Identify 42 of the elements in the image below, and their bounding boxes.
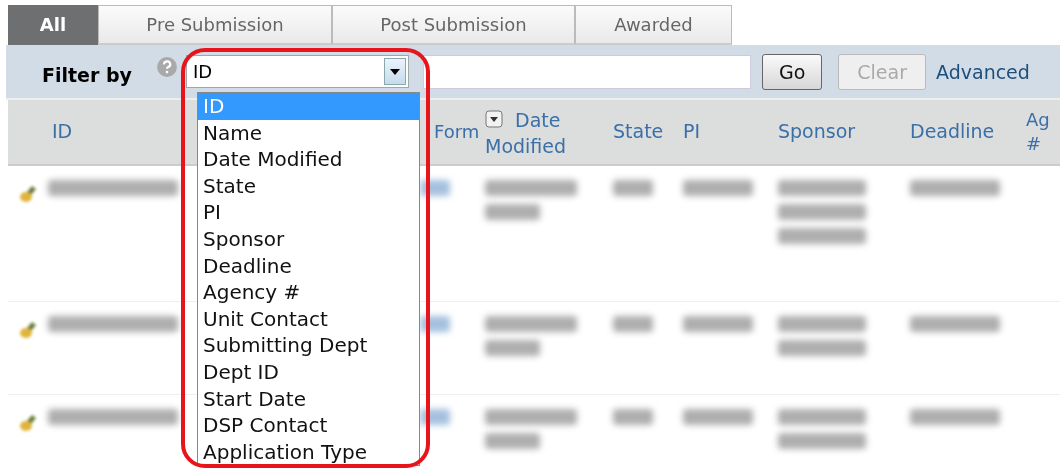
dropdown-option[interactable]: Submitting Dept	[198, 332, 419, 359]
dropdown-option[interactable]: Unit Contact	[198, 305, 419, 333]
dropdown-option[interactable]: Agency #	[198, 279, 419, 306]
blurred-text	[683, 180, 753, 196]
column-header[interactable]: PI	[683, 119, 701, 145]
filter-input[interactable]	[422, 54, 751, 89]
advanced-link[interactable]: Advanced	[936, 60, 1030, 83]
dropdown-option[interactable]: State	[198, 172, 419, 200]
blurred-text	[485, 340, 540, 356]
column-header[interactable]: Sponsor	[778, 119, 856, 145]
column-header[interactable]: ID	[52, 119, 73, 145]
dropdown-option[interactable]: PI	[198, 199, 419, 226]
blurred-text	[683, 409, 753, 425]
filter-label: Filter by	[42, 63, 132, 86]
blurred-text	[485, 204, 540, 220]
caret-icon	[389, 68, 400, 75]
filter-dropdown[interactable]: ID	[185, 55, 409, 88]
column-header[interactable]: Ag #	[1026, 107, 1052, 157]
blurred-text	[683, 316, 753, 332]
blurred-text	[485, 433, 540, 449]
tab[interactable]: Pre Submission	[98, 5, 332, 45]
dropdown-option[interactable]: Start Date	[198, 385, 419, 413]
tab[interactable]: Post Submission	[332, 5, 575, 45]
column-header[interactable]: Date Modified	[485, 108, 585, 160]
dropdown-option[interactable]: Date Modified	[198, 146, 419, 173]
blurred-text	[613, 409, 653, 425]
column-header[interactable]: State	[613, 119, 664, 145]
help-icon[interactable]	[155, 55, 178, 78]
dropdown-option[interactable]: Deadline	[198, 252, 419, 280]
tab[interactable]: Awarded	[575, 5, 732, 45]
blurred-text	[613, 180, 653, 196]
go-button[interactable]: Go	[761, 53, 823, 90]
dropdown-option[interactable]: Name	[198, 119, 419, 147]
dropdown-option[interactable]: Application Type	[198, 438, 419, 466]
column-header[interactable]: Form	[434, 119, 480, 145]
dropdown-option[interactable]: Sponsor	[198, 225, 419, 253]
dropdown-option[interactable]: DSP Contact	[198, 412, 419, 439]
column-header[interactable]: Deadline	[910, 119, 995, 145]
tab[interactable]: All	[8, 5, 98, 45]
sort-icon[interactable]	[485, 110, 503, 128]
dropdown-option[interactable]: Dept ID	[198, 358, 419, 386]
blurred-text	[613, 316, 653, 332]
